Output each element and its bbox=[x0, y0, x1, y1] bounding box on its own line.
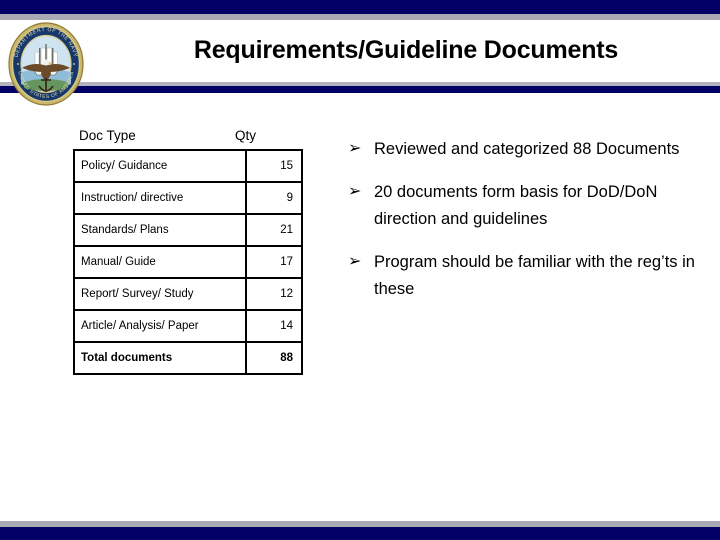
cell-doc-type: Article/ Analysis/ Paper bbox=[73, 309, 247, 343]
cell-qty: 14 bbox=[245, 309, 303, 343]
cell-qty: 21 bbox=[245, 213, 303, 247]
list-item: ➢ Program should be familiar with the re… bbox=[348, 249, 700, 303]
table-header-row: Doc Type Qty bbox=[73, 128, 271, 149]
cell-doc-type: Standards/ Plans bbox=[73, 213, 247, 247]
doc-type-table-wrap: Doc Type Qty Policy/ Guidance 15 Instruc… bbox=[73, 128, 303, 375]
table-row: Manual/ Guide 17 bbox=[73, 245, 303, 279]
column-header-qty: Qty bbox=[235, 128, 257, 143]
table-row: Article/ Analysis/ Paper 14 bbox=[73, 309, 303, 343]
table-row: Standards/ Plans 21 bbox=[73, 213, 303, 247]
list-item: ➢ Reviewed and categorized 88 Documents bbox=[348, 136, 700, 163]
arrowhead-bullet-icon: ➢ bbox=[348, 140, 362, 157]
page-title: Requirements/Guideline Documents bbox=[193, 36, 619, 64]
cell-qty: 9 bbox=[245, 181, 303, 215]
arrowhead-bullet-icon: ➢ bbox=[348, 253, 362, 270]
arrowhead-bullet-icon: ➢ bbox=[348, 183, 362, 200]
doc-type-table: Policy/ Guidance 15 Instruction/ directi… bbox=[73, 149, 303, 375]
cell-doc-type: Manual/ Guide bbox=[73, 245, 247, 279]
cell-doc-type: Instruction/ directive bbox=[73, 181, 247, 215]
department-of-the-navy-seal-icon: DEPARTMENT OF THE NAVY UNITED STATES OF … bbox=[8, 22, 84, 106]
top-gray-band bbox=[0, 14, 720, 20]
list-item: ➢ 20 documents form basis for DoD/DoN di… bbox=[348, 179, 700, 233]
cell-qty: 15 bbox=[245, 149, 303, 183]
cell-doc-type: Policy/ Guidance bbox=[73, 149, 247, 183]
cell-qty: 17 bbox=[245, 245, 303, 279]
header-navy-rule bbox=[0, 86, 720, 93]
column-header-doc-type: Doc Type bbox=[79, 128, 136, 143]
cell-qty: 12 bbox=[245, 277, 303, 311]
cell-total-qty: 88 bbox=[245, 341, 303, 375]
top-navy-band bbox=[0, 0, 720, 14]
cell-doc-type: Report/ Survey/ Study bbox=[73, 277, 247, 311]
list-item-label: 20 documents form basis for DoD/DoN dire… bbox=[374, 183, 658, 228]
table-row: Instruction/ directive 9 bbox=[73, 181, 303, 215]
list-item-label: Program should be familiar with the reg’… bbox=[374, 253, 695, 298]
table-row: Policy/ Guidance 15 bbox=[73, 149, 303, 183]
list-item-label: Reviewed and categorized 88 Documents bbox=[374, 140, 680, 158]
table-total-row: Total documents 88 bbox=[73, 341, 303, 375]
bullet-list: ➢ Reviewed and categorized 88 Documents … bbox=[348, 136, 700, 319]
bottom-navy-band bbox=[0, 527, 720, 540]
cell-total-label: Total documents bbox=[73, 341, 247, 375]
table-row: Report/ Survey/ Study 12 bbox=[73, 277, 303, 311]
